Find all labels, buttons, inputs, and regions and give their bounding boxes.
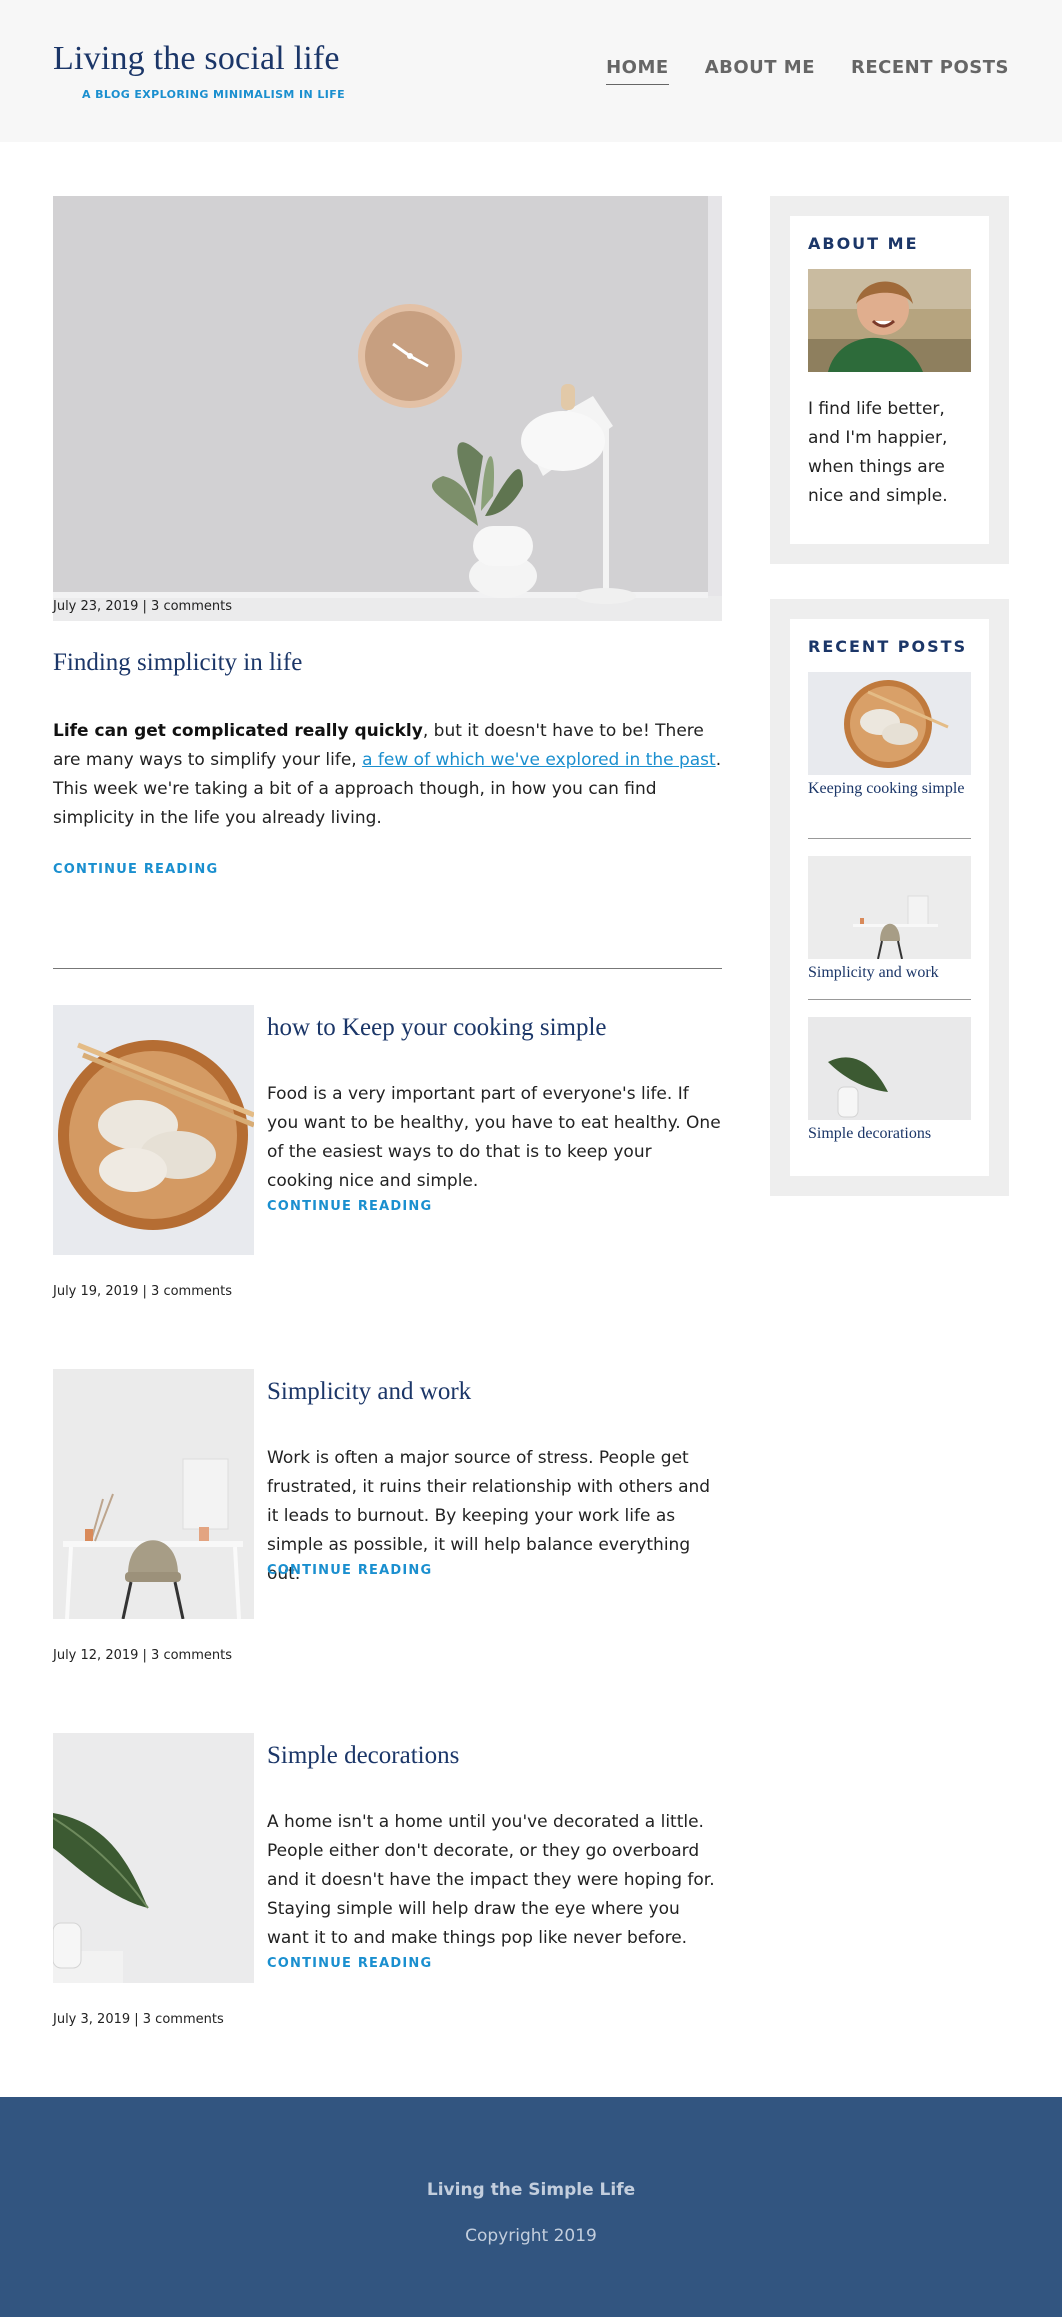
- recent-posts-card: RECENT POSTS Keeping cooking simple Simp…: [790, 619, 989, 1176]
- main-nav: HOME ABOUT ME RECENT POSTS: [606, 57, 1009, 85]
- featured-excerpt: Life can get complicated really quickly,…: [53, 717, 733, 833]
- recent-divider: [808, 999, 971, 1000]
- featured-image[interactable]: [53, 196, 722, 621]
- nav-home[interactable]: HOME: [606, 57, 669, 85]
- site-header: Living the social life A BLOG EXPLORING …: [0, 0, 1062, 142]
- post-thumbnail-work[interactable]: [53, 1369, 254, 1619]
- featured-meta: July 23, 2019 | 3 comments: [53, 599, 232, 614]
- post-excerpt-cooking: Food is a very important part of everyon…: [267, 1084, 721, 1191]
- recent-post-thumb-work[interactable]: [808, 856, 971, 959]
- recent-post-thumb-cooking[interactable]: [808, 672, 971, 775]
- post-title-cooking[interactable]: how to Keep your cooking simple: [267, 1014, 607, 1042]
- nav-about-me[interactable]: ABOUT ME: [705, 57, 815, 85]
- about-text: I find life better, and I'm happier, whe…: [808, 399, 948, 506]
- post-title-decorations[interactable]: Simple decorations: [267, 1742, 459, 1770]
- recent-post-link-cooking[interactable]: Keeping cooking simple: [808, 777, 968, 800]
- featured-continue-reading[interactable]: CONTINUE READING: [53, 862, 218, 877]
- site-footer: Living the Simple Life Copyright 2019: [0, 2097, 1062, 2317]
- post-meta-work: July 12, 2019 | 3 comments: [53, 1648, 232, 1663]
- recent-post-link-work[interactable]: Simplicity and work: [808, 961, 968, 984]
- recent-post-thumb-decorations[interactable]: [808, 1017, 971, 1120]
- featured-inline-link[interactable]: a few of which we've explored in the pas…: [362, 750, 716, 770]
- post-meta-cooking: July 19, 2019 | 3 comments: [53, 1284, 232, 1299]
- about-widget: ABOUT ME I find life better, and I'm hap…: [770, 196, 1009, 564]
- post-thumbnail-decorations[interactable]: [53, 1733, 254, 1983]
- footer-title: Living the Simple Life: [426, 2180, 636, 2200]
- footer-copyright: Copyright 2019: [465, 2226, 597, 2246]
- post-continue-decorations[interactable]: CONTINUE READING: [267, 1956, 432, 1971]
- site-title[interactable]: Living the social life: [53, 40, 340, 78]
- featured-lead-bold: Life can get complicated really quickly: [53, 721, 423, 741]
- author-photo[interactable]: [808, 269, 971, 372]
- site-tagline: A BLOG EXPLORING MINIMALISM IN LIFE: [82, 88, 346, 101]
- recent-post-link-decorations[interactable]: Simple decorations: [808, 1122, 968, 1145]
- divider: [53, 968, 722, 969]
- recent-divider: [808, 838, 971, 839]
- nav-recent-posts[interactable]: RECENT POSTS: [851, 57, 1009, 85]
- post-meta-decorations: July 3, 2019 | 3 comments: [53, 2012, 224, 2027]
- post-continue-work[interactable]: CONTINUE READING: [267, 1563, 432, 1578]
- post-continue-cooking[interactable]: CONTINUE READING: [267, 1199, 432, 1214]
- post-title-work[interactable]: Simplicity and work: [267, 1378, 471, 1406]
- featured-title[interactable]: Finding simplicity in life: [53, 649, 302, 677]
- about-widget-card: ABOUT ME I find life better, and I'm hap…: [790, 216, 989, 544]
- post-excerpt-decorations: A home isn't a home until you've decorat…: [267, 1812, 715, 1948]
- recent-posts-widget: RECENT POSTS Keeping cooking simple Simp…: [770, 599, 1009, 1196]
- recent-posts-title: RECENT POSTS: [808, 637, 968, 656]
- about-widget-title: ABOUT ME: [808, 234, 919, 253]
- main-content: July 23, 2019 | 3 comments Finding simpl…: [0, 142, 1062, 2097]
- post-thumbnail-cooking[interactable]: [53, 1005, 254, 1255]
